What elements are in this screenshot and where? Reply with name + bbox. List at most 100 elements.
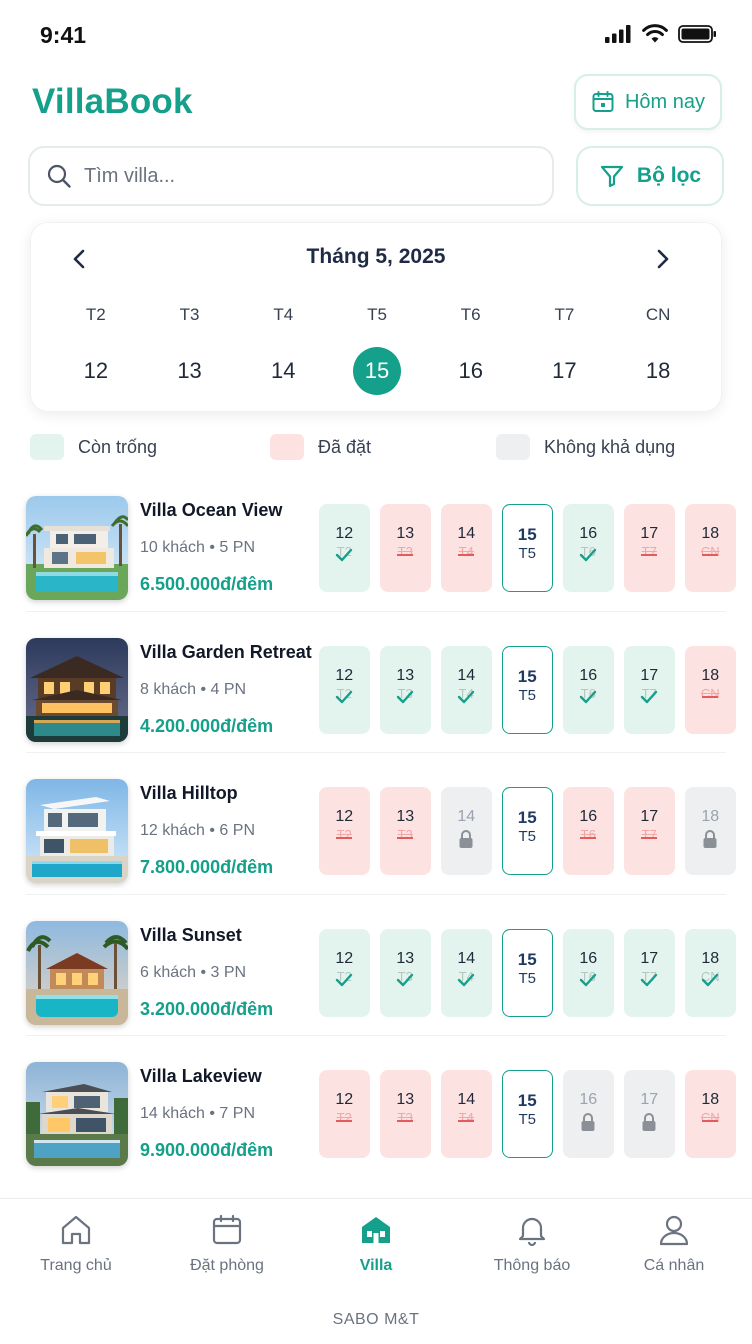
legend-unavailable: Không khả dụng [496,434,675,460]
legend-booked: Đã đặt [270,434,371,460]
nav-item-profile[interactable]: Cá nhân [614,1213,734,1275]
nav-item-notifications[interactable]: Thông báo [472,1213,592,1275]
home-icon [61,1215,91,1245]
villa-name[interactable]: Villa Lakeview [140,1066,262,1087]
slot-available[interactable]: 18 CN [685,928,736,1017]
nav-item-home[interactable]: Trang chủ [16,1213,136,1275]
slot-day: 18 [701,949,720,967]
lock-icon [459,830,473,848]
villa-row[interactable]: Villa Ocean View 10 khách • 5 PN 6.500.0… [0,494,752,636]
slot-day: 18 [701,808,720,825]
bottom-nav: Trang chủ Đặt phòng Villa Thông báo Cá n… [0,1198,752,1344]
search-input[interactable] [84,164,504,188]
slot-day: 14 [457,525,476,542]
villa-thumbnail[interactable] [26,1062,128,1166]
villa-name[interactable]: Villa Hilltop [140,783,238,804]
slot-booked[interactable]: 17 T7 [624,787,675,875]
villa-thumbnail[interactable] [26,496,128,600]
slot-day: 14 [457,808,476,825]
booked-mark [641,554,658,556]
villa-thumbnail[interactable] [26,779,128,883]
slot-today[interactable]: 15 T5 [502,928,553,1017]
slot-day: 13 [396,525,415,542]
slot-booked[interactable]: 14 T4 [441,1070,492,1158]
villa-thumbnail[interactable] [26,637,128,742]
calendar-day[interactable]: 14 [259,347,307,395]
villa-price: 3.200.000đ/đêm [140,998,274,1019]
slot-day: 14 [457,949,476,967]
availability-slots: 12 T2 13 T3 14 T4 15 T5 16 17 18 CN [319,1070,736,1158]
slot-today[interactable]: 15 T5 [502,787,553,875]
today-button[interactable]: Hôm nay [574,74,722,130]
calendar-day[interactable]: 13 [166,347,214,395]
availability-slots: 12 T2 13 T3 14 T4 15 T5 16 T6 17 T7 18 CN [319,928,736,1017]
chevron-right-icon [657,249,669,269]
slot-unavailable[interactable]: 18 [685,787,736,875]
slot-booked[interactable]: 16 T6 [563,787,614,875]
slot-available[interactable]: 13 T3 [380,928,431,1017]
slot-available[interactable]: 13 T3 [380,645,431,734]
slot-day: 12 [335,949,354,967]
slot-available[interactable]: 17 T7 [624,645,675,734]
villa-name[interactable]: Villa Ocean View [140,500,282,521]
nav-item-villa[interactable]: Villa [316,1213,436,1275]
slot-booked[interactable]: 17 T7 [624,504,675,592]
wifi-icon [642,24,668,43]
slot-booked[interactable]: 18 CN [685,645,736,734]
filter-button-label: Bộ lọc [636,164,702,187]
villa-name[interactable]: Villa Sunset [140,925,242,946]
slot-booked[interactable]: 13 T3 [380,504,431,592]
slot-unavailable[interactable]: 14 [441,787,492,875]
slot-booked[interactable]: 18 CN [685,504,736,592]
slot-day: 12 [335,1091,354,1108]
calendar-day-selected[interactable]: 15 [352,347,401,395]
calendar-day[interactable]: 18 [634,347,682,395]
slot-available[interactable]: 12 T2 [319,504,370,592]
legend-swatch-unavailable [496,434,530,460]
slot-available[interactable]: 16 T6 [563,645,614,734]
slot-available[interactable]: 16 T6 [563,928,614,1017]
next-month-button[interactable] [651,245,675,273]
villa-row[interactable]: Villa Sunset 6 khách • 3 PN 3.200.000đ/đ… [0,919,752,1061]
slot-available[interactable]: 14 T4 [441,928,492,1017]
slot-booked[interactable]: 13 T3 [380,787,431,875]
slot-available[interactable]: 14 T4 [441,645,492,734]
villa-meta: 14 khách • 7 PN [140,1105,255,1122]
slot-available[interactable]: 16 T6 [563,504,614,592]
slot-unavailable[interactable]: 16 [563,1070,614,1158]
calendar-day[interactable]: 17 [540,347,588,395]
slot-available[interactable]: 12 T2 [319,645,370,734]
slot-available[interactable]: 12 T2 [319,928,370,1017]
check-icon [397,973,414,986]
slot-booked[interactable]: 13 T3 [380,1070,431,1158]
slot-unavailable[interactable]: 17 [624,1070,675,1158]
booked-mark [397,1120,414,1122]
booked-mark [336,837,353,839]
slot-booked[interactable]: 12 T2 [319,787,370,875]
check-icon [458,973,475,986]
calendar-day[interactable]: 12 [72,347,120,395]
slot-today[interactable]: 15 T5 [502,504,553,592]
booked-mark [702,1120,719,1122]
slot-weekday: T5 [518,545,536,562]
villa-row[interactable]: Villa Lakeview 14 khách • 7 PN 9.900.000… [0,1060,752,1202]
villa-meta: 12 khách • 6 PN [140,822,255,839]
villa-row[interactable]: Villa Garden Retreat 8 khách • 4 PN 4.20… [0,636,752,778]
check-icon [641,973,658,986]
slot-today[interactable]: 15 T5 [502,645,553,734]
slot-booked[interactable]: 12 T2 [319,1070,370,1158]
nav-item-bookings[interactable]: Đặt phòng [167,1213,287,1275]
slot-day: 17 [640,666,659,684]
filter-button[interactable]: Bộ lọc [576,146,724,206]
villa-name[interactable]: Villa Garden Retreat [140,642,312,663]
slot-today[interactable]: 15 T5 [502,1070,553,1158]
villa-row[interactable]: Villa Hilltop 12 khách • 6 PN 7.800.000đ… [0,777,752,919]
slot-booked[interactable]: 14 T4 [441,504,492,592]
villa-thumbnail[interactable] [26,920,128,1025]
calendar-day[interactable]: 16 [447,347,495,395]
lock-icon [642,1113,656,1131]
slot-booked[interactable]: 18 CN [685,1070,736,1158]
slot-weekday: T5 [518,1111,536,1128]
slot-weekday: T5 [518,686,536,704]
slot-available[interactable]: 17 T7 [624,928,675,1017]
